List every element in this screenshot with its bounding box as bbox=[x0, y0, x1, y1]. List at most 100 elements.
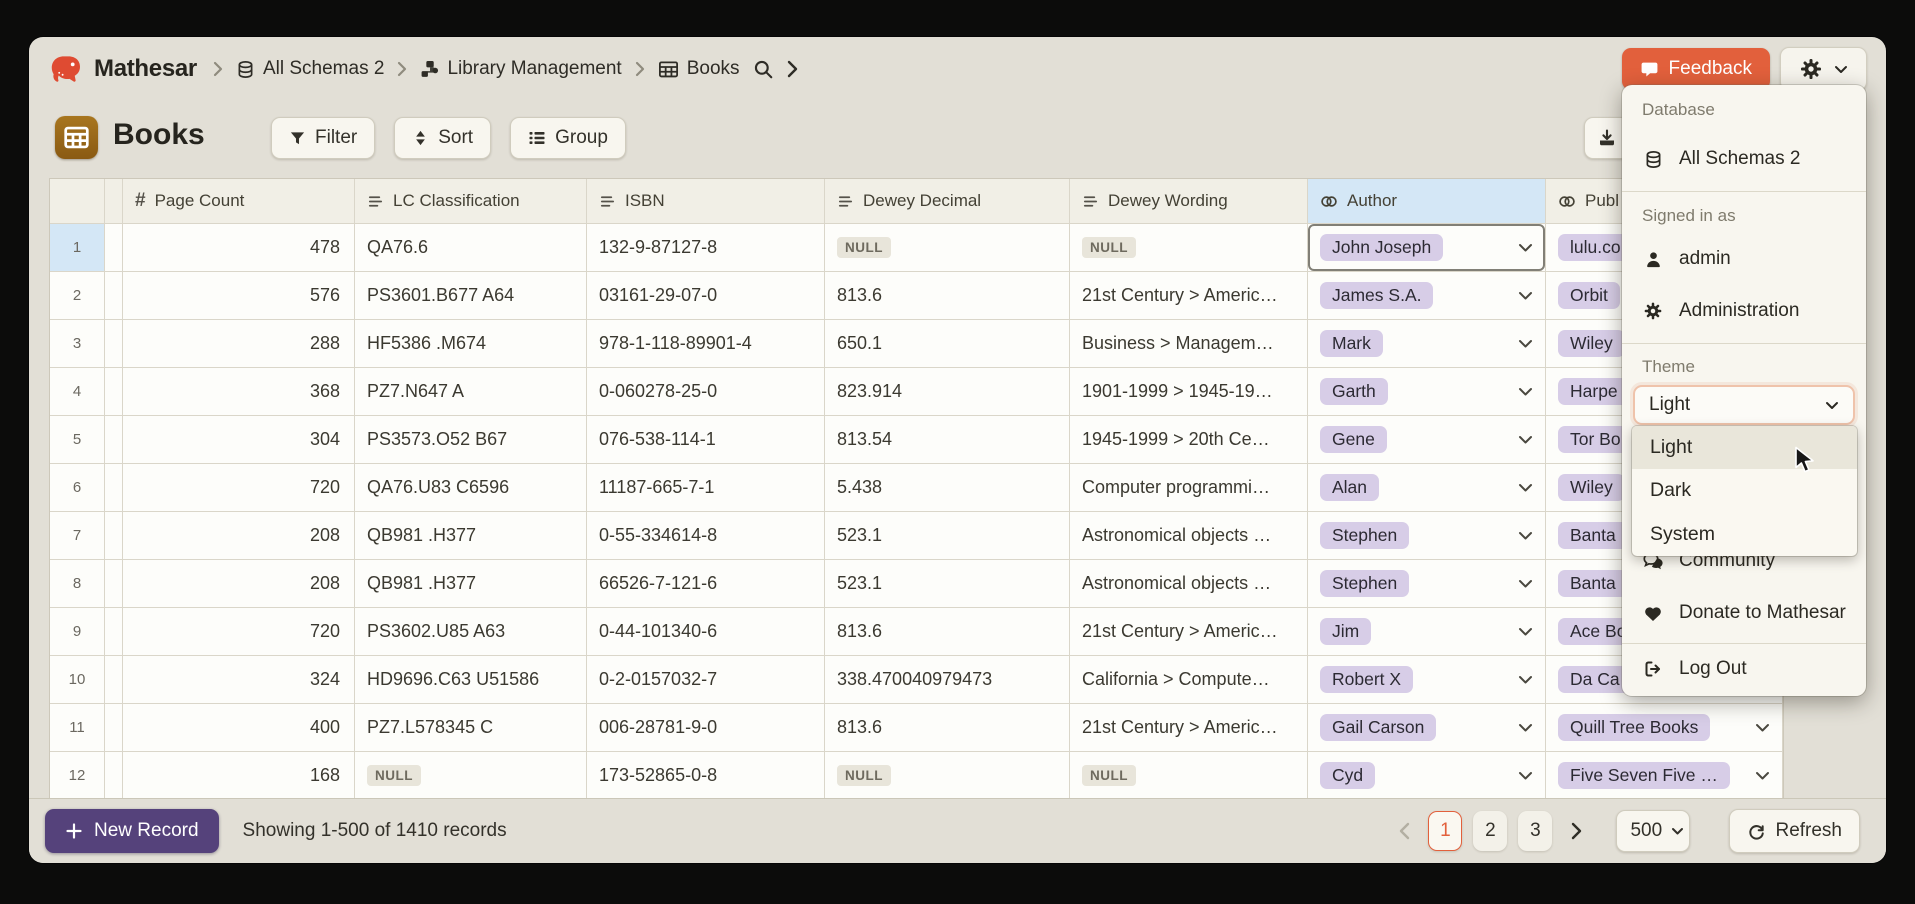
theme-option-light[interactable]: Light bbox=[1632, 426, 1857, 469]
cell-lc[interactable]: HF5386 .M674 bbox=[355, 320, 587, 368]
cell-isbn[interactable]: 173-52865-0-8 bbox=[587, 752, 825, 800]
cell-dewey_decimal[interactable]: 813.6 bbox=[825, 704, 1070, 752]
linked-record-pill[interactable]: Wiley bbox=[1558, 330, 1625, 357]
cell-dewey_wording[interactable]: 1945-1999 > 20th Ce… bbox=[1070, 416, 1308, 464]
linked-record-pill[interactable]: Harpe bbox=[1558, 378, 1630, 405]
new-record-button[interactable]: New Record bbox=[45, 809, 219, 853]
cell-dewey_decimal[interactable]: NULL bbox=[825, 224, 1070, 272]
linked-record-pill[interactable]: Mark bbox=[1320, 330, 1383, 357]
cell-author[interactable]: Gail Carson bbox=[1308, 704, 1546, 752]
refresh-button[interactable]: Refresh bbox=[1729, 809, 1860, 853]
cell-page_count[interactable]: 720 bbox=[123, 464, 355, 512]
cell-dewey_wording[interactable]: Computer programmi… bbox=[1070, 464, 1308, 512]
breadcrumb-table[interactable]: Books bbox=[658, 58, 740, 80]
cell-publisher[interactable]: Quill Tree Books bbox=[1546, 704, 1783, 752]
linked-record-pill[interactable]: Gene bbox=[1320, 426, 1387, 453]
cell-dewey_decimal[interactable]: 650.1 bbox=[825, 320, 1070, 368]
cell-isbn[interactable]: 006-28781-9-0 bbox=[587, 704, 825, 752]
linked-record-pill[interactable]: Robert X bbox=[1320, 666, 1413, 693]
cell-lc[interactable]: PS3601.B677 A64 bbox=[355, 272, 587, 320]
row-number[interactable]: 10 bbox=[50, 656, 105, 704]
cell-lc[interactable]: NULL bbox=[355, 752, 587, 800]
page-button-2[interactable]: 2 bbox=[1473, 811, 1507, 851]
cell-dewey_decimal[interactable]: 5.438 bbox=[825, 464, 1070, 512]
cell-isbn[interactable]: 132-9-87127-8 bbox=[587, 224, 825, 272]
cell-dewey_wording[interactable]: Business > Managem… bbox=[1070, 320, 1308, 368]
cell-dewey_decimal[interactable]: 523.1 bbox=[825, 512, 1070, 560]
cell-dewey_decimal[interactable]: 523.1 bbox=[825, 560, 1070, 608]
menu-item-donate[interactable]: Donate to Mathesar bbox=[1622, 595, 1866, 631]
column-header-dewey-wording[interactable]: Dewey Wording bbox=[1070, 179, 1308, 224]
cell-isbn[interactable]: 03161-29-07-0 bbox=[587, 272, 825, 320]
cell-dewey_wording[interactable]: 21st Century > Americ… bbox=[1070, 272, 1308, 320]
cell-page_count[interactable]: 304 bbox=[123, 416, 355, 464]
column-header-page-count[interactable]: # Page Count bbox=[123, 179, 355, 224]
cell-dewey_decimal[interactable]: 823.914 bbox=[825, 368, 1070, 416]
cell-author[interactable]: Robert X bbox=[1308, 656, 1546, 704]
cell-author[interactable]: Cyd bbox=[1308, 752, 1546, 800]
cell-page_count[interactable]: 368 bbox=[123, 368, 355, 416]
cell-dewey_wording[interactable]: 21st Century > Americ… bbox=[1070, 608, 1308, 656]
cell-page_count[interactable]: 288 bbox=[123, 320, 355, 368]
cell-page_count[interactable]: 720 bbox=[123, 608, 355, 656]
chevron-right-icon[interactable] bbox=[787, 60, 798, 78]
menu-item-logout[interactable]: Log Out bbox=[1622, 651, 1866, 687]
cell-author[interactable]: Gene bbox=[1308, 416, 1546, 464]
cell-isbn[interactable]: 0-2-0157032-7 bbox=[587, 656, 825, 704]
cell-dewey_decimal[interactable]: 813.54 bbox=[825, 416, 1070, 464]
cell-lc[interactable]: QB981 .H377 bbox=[355, 512, 587, 560]
cell-lc[interactable]: PS3602.U85 A63 bbox=[355, 608, 587, 656]
page-size-select[interactable]: 500 bbox=[1616, 810, 1690, 852]
linked-record-pill[interactable]: Five Seven Five … bbox=[1558, 762, 1730, 789]
linked-record-pill[interactable]: John Joseph bbox=[1320, 234, 1443, 261]
cell-page_count[interactable]: 324 bbox=[123, 656, 355, 704]
cell-lc[interactable]: HD9696.C63 U51586 bbox=[355, 656, 587, 704]
column-header-isbn[interactable]: ISBN bbox=[587, 179, 825, 224]
cell-dewey_wording[interactable]: 1901-1999 > 1945-19… bbox=[1070, 368, 1308, 416]
cell-page_count[interactable]: 208 bbox=[123, 560, 355, 608]
cell-lc[interactable]: QB981 .H377 bbox=[355, 560, 587, 608]
linked-record-pill[interactable]: Orbit bbox=[1558, 282, 1620, 309]
linked-record-pill[interactable]: Da Ca bbox=[1558, 666, 1632, 693]
cell-dewey_wording[interactable]: NULL bbox=[1070, 224, 1308, 272]
cell-dewey_wording[interactable]: 21st Century > Americ… bbox=[1070, 704, 1308, 752]
cell-lc[interactable]: PZ7.N647 A bbox=[355, 368, 587, 416]
row-number[interactable]: 3 bbox=[50, 320, 105, 368]
cell-author[interactable]: James S.A. bbox=[1308, 272, 1546, 320]
linked-record-pill[interactable]: Cyd bbox=[1320, 762, 1375, 789]
linked-record-pill[interactable]: Alan bbox=[1320, 474, 1379, 501]
theme-select[interactable]: Light bbox=[1633, 385, 1855, 425]
cell-author[interactable]: John Joseph bbox=[1308, 224, 1546, 272]
cell-page_count[interactable]: 478 bbox=[123, 224, 355, 272]
group-button[interactable]: Group bbox=[510, 117, 626, 159]
feedback-button[interactable]: Feedback bbox=[1622, 48, 1770, 90]
cell-isbn[interactable]: 0-44-101340-6 bbox=[587, 608, 825, 656]
linked-record-pill[interactable]: Gail Carson bbox=[1320, 714, 1436, 741]
cell-lc[interactable]: PS3573.O52 B67 bbox=[355, 416, 587, 464]
cell-page_count[interactable]: 576 bbox=[123, 272, 355, 320]
linked-record-pill[interactable]: Garth bbox=[1320, 378, 1388, 405]
linked-record-pill[interactable]: Banta bbox=[1558, 522, 1628, 549]
row-number[interactable]: 1 bbox=[50, 224, 105, 272]
cell-isbn[interactable]: 11187-665-7-1 bbox=[587, 464, 825, 512]
linked-record-pill[interactable]: Stephen bbox=[1320, 522, 1409, 549]
row-number[interactable]: 12 bbox=[50, 752, 105, 800]
search-icon[interactable] bbox=[753, 59, 774, 80]
theme-option-system[interactable]: System bbox=[1632, 513, 1857, 556]
cell-author[interactable]: Stephen bbox=[1308, 512, 1546, 560]
menu-item-administration[interactable]: Administration bbox=[1622, 293, 1866, 329]
row-number[interactable]: 5 bbox=[50, 416, 105, 464]
cell-dewey_decimal[interactable]: 338.470040979473 bbox=[825, 656, 1070, 704]
cell-isbn[interactable]: 978-1-118-89901-4 bbox=[587, 320, 825, 368]
row-number[interactable]: 9 bbox=[50, 608, 105, 656]
cell-lc[interactable]: PZ7.L578345 C bbox=[355, 704, 587, 752]
cell-dewey_wording[interactable]: Astronomical objects … bbox=[1070, 560, 1308, 608]
column-header-author[interactable]: Author bbox=[1308, 179, 1546, 224]
page-button-1[interactable]: 1 bbox=[1428, 811, 1462, 851]
cell-isbn[interactable]: 66526-7-121-6 bbox=[587, 560, 825, 608]
cell-author[interactable]: Garth bbox=[1308, 368, 1546, 416]
theme-option-dark[interactable]: Dark bbox=[1632, 469, 1857, 512]
row-number[interactable]: 4 bbox=[50, 368, 105, 416]
cell-page_count[interactable]: 168 bbox=[123, 752, 355, 800]
linked-record-pill[interactable]: Banta bbox=[1558, 570, 1628, 597]
